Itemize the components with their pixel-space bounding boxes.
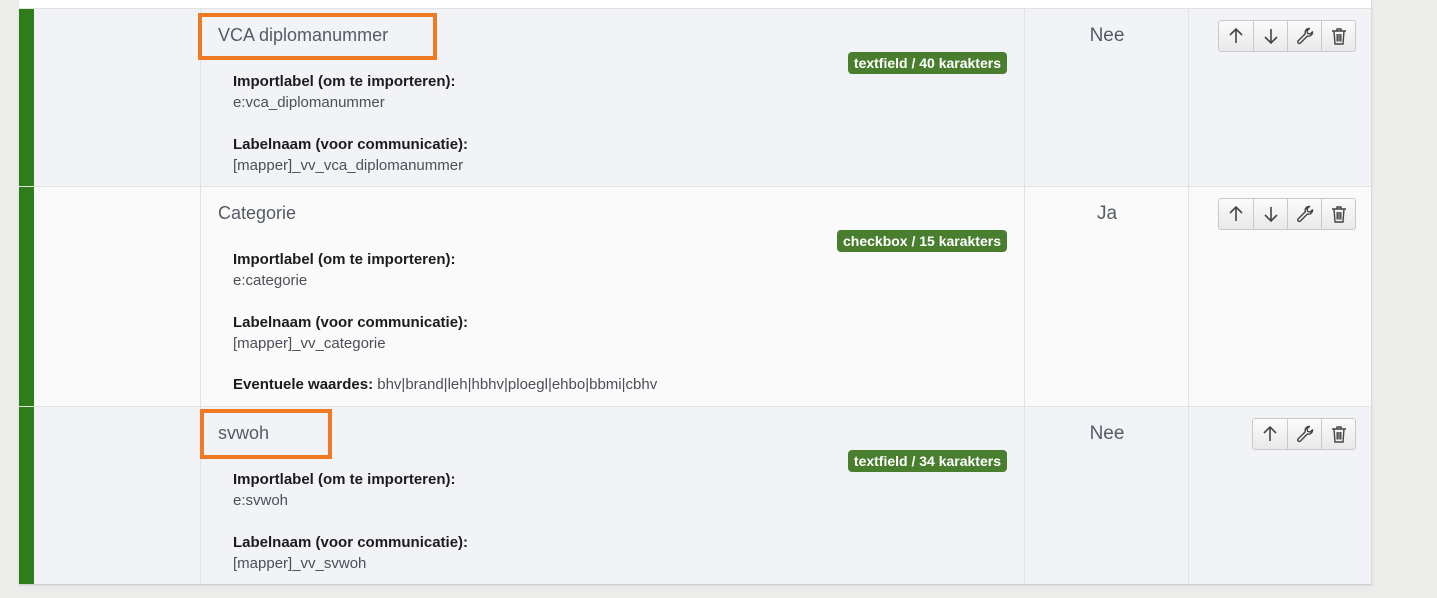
actions-cell	[1188, 9, 1372, 187]
table-row: VCA diplomanummer textfield / 40 karakte…	[19, 8, 1371, 187]
possible-values: Eventuele waardes: bhv|brand|leh|hbhv|pl…	[233, 376, 657, 393]
row-left-cell	[34, 407, 200, 584]
row-left-cell	[34, 9, 200, 187]
field-type-badge: textfield / 34 karakters	[847, 450, 1007, 472]
possible-values-caption: Eventuele waardes:	[233, 376, 374, 393]
required-value: Ja	[1096, 203, 1118, 224]
row-field-cell: Categorie checkbox / 15 karakters Import…	[200, 187, 1025, 407]
field-type-badge: textfield / 40 karakters	[847, 52, 1007, 74]
import-label-caption: Importlabel (om te importeren):	[233, 251, 456, 268]
row-status-bar	[19, 407, 34, 584]
arrow-up-icon	[1229, 27, 1243, 43]
required-cell: Nee	[1024, 407, 1189, 584]
label-name-caption: Labelnaam (voor communicatie):	[233, 136, 469, 153]
label-name-value: [mapper]_vv_vca_diplomanummer	[233, 157, 464, 174]
arrow-up-icon	[1229, 205, 1243, 221]
move-down-button[interactable]	[1253, 199, 1287, 229]
label-name-caption: Labelnaam (voor communicatie):	[233, 534, 469, 551]
possible-values-value: bhv|brand|leh|hbhv|ploegl|ehbo|bbmi|cbhv	[377, 376, 658, 393]
row-status-bar	[19, 187, 34, 407]
required-cell: Ja	[1024, 187, 1189, 407]
import-label: Importlabel (om te importeren): e:vca_di…	[233, 73, 456, 111]
label-name: Labelnaam (voor communicatie): [mapper]_…	[233, 534, 468, 572]
label-name-value: [mapper]_vv_svwoh	[233, 555, 367, 572]
label-name: Labelnaam (voor communicatie): [mapper]_…	[233, 314, 468, 352]
wrench-icon	[1296, 27, 1313, 45]
table-row: Categorie checkbox / 15 karakters Import…	[19, 186, 1371, 407]
edit-button[interactable]	[1287, 21, 1321, 51]
delete-button[interactable]	[1321, 199, 1355, 229]
move-up-button[interactable]	[1219, 21, 1253, 51]
import-label-caption: Importlabel (om te importeren):	[233, 73, 456, 90]
move-down-button[interactable]	[1253, 21, 1287, 51]
arrow-up-icon	[1263, 425, 1277, 441]
edit-button[interactable]	[1287, 199, 1321, 229]
move-up-button[interactable]	[1253, 419, 1287, 449]
action-buttons	[1218, 198, 1356, 230]
table-row: svwoh textfield / 34 karakters Importlab…	[19, 406, 1371, 584]
import-label: Importlabel (om te importeren): e:catego…	[233, 251, 456, 289]
wrench-icon	[1296, 205, 1313, 223]
field-table: VCA diplomanummer textfield / 40 karakte…	[19, 0, 1372, 585]
actions-cell	[1188, 187, 1372, 407]
wrench-icon	[1296, 425, 1313, 443]
import-label-caption: Importlabel (om te importeren):	[233, 471, 456, 488]
required-value: Nee	[1089, 25, 1125, 46]
required-cell: Nee	[1024, 9, 1189, 187]
field-title: Categorie	[218, 203, 297, 223]
delete-button[interactable]	[1321, 21, 1355, 51]
import-label-value: e:svwoh	[233, 492, 289, 509]
required-value: Nee	[1089, 423, 1125, 444]
row-status-bar	[19, 9, 34, 187]
row-left-cell	[34, 187, 200, 407]
import-label: Importlabel (om te importeren): e:svwoh	[233, 471, 456, 509]
action-buttons	[1252, 418, 1356, 450]
field-type-badge: checkbox / 15 karakters	[837, 230, 1007, 252]
import-label-value: e:categorie	[233, 272, 308, 289]
import-label-value: e:vca_diplomanummer	[233, 94, 385, 111]
trash-icon	[1331, 28, 1346, 45]
label-name-caption: Labelnaam (voor communicatie):	[233, 314, 469, 331]
label-name-value: [mapper]_vv_categorie	[233, 335, 386, 352]
arrow-down-icon	[1263, 207, 1278, 223]
trash-icon	[1331, 206, 1346, 223]
actions-cell	[1188, 407, 1372, 584]
trash-icon	[1331, 426, 1346, 443]
field-title: VCA diplomanummer	[218, 25, 389, 45]
row-field-cell: svwoh textfield / 34 karakters Importlab…	[200, 407, 1025, 584]
delete-button[interactable]	[1321, 419, 1355, 449]
field-title: svwoh	[218, 423, 270, 443]
label-name: Labelnaam (voor communicatie): [mapper]_…	[233, 136, 468, 174]
edit-button[interactable]	[1287, 419, 1321, 449]
move-up-button[interactable]	[1219, 199, 1253, 229]
arrow-down-icon	[1263, 29, 1278, 45]
row-field-cell: VCA diplomanummer textfield / 40 karakte…	[198, 9, 1025, 187]
action-buttons	[1218, 20, 1356, 52]
